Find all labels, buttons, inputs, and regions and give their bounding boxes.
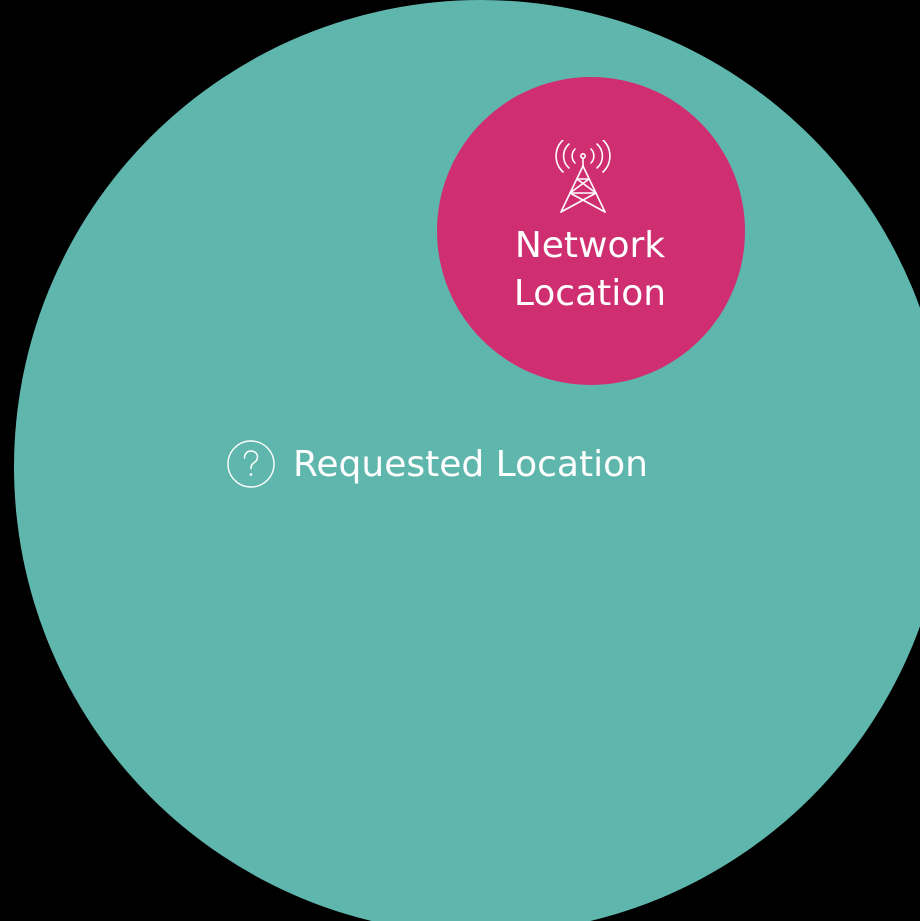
- requested-location-label: Requested Location: [293, 443, 648, 485]
- network-label-line2: Location: [513, 273, 667, 314]
- network-location-label: Network Location: [480, 222, 700, 318]
- network-label-line1: Network: [514, 225, 666, 266]
- question-circle-icon: [227, 440, 275, 488]
- diagram-canvas: Network Location Requested Location: [0, 0, 920, 921]
- cell-tower-icon: [555, 140, 611, 213]
- requested-location-marker: Requested Location: [226, 438, 648, 490]
